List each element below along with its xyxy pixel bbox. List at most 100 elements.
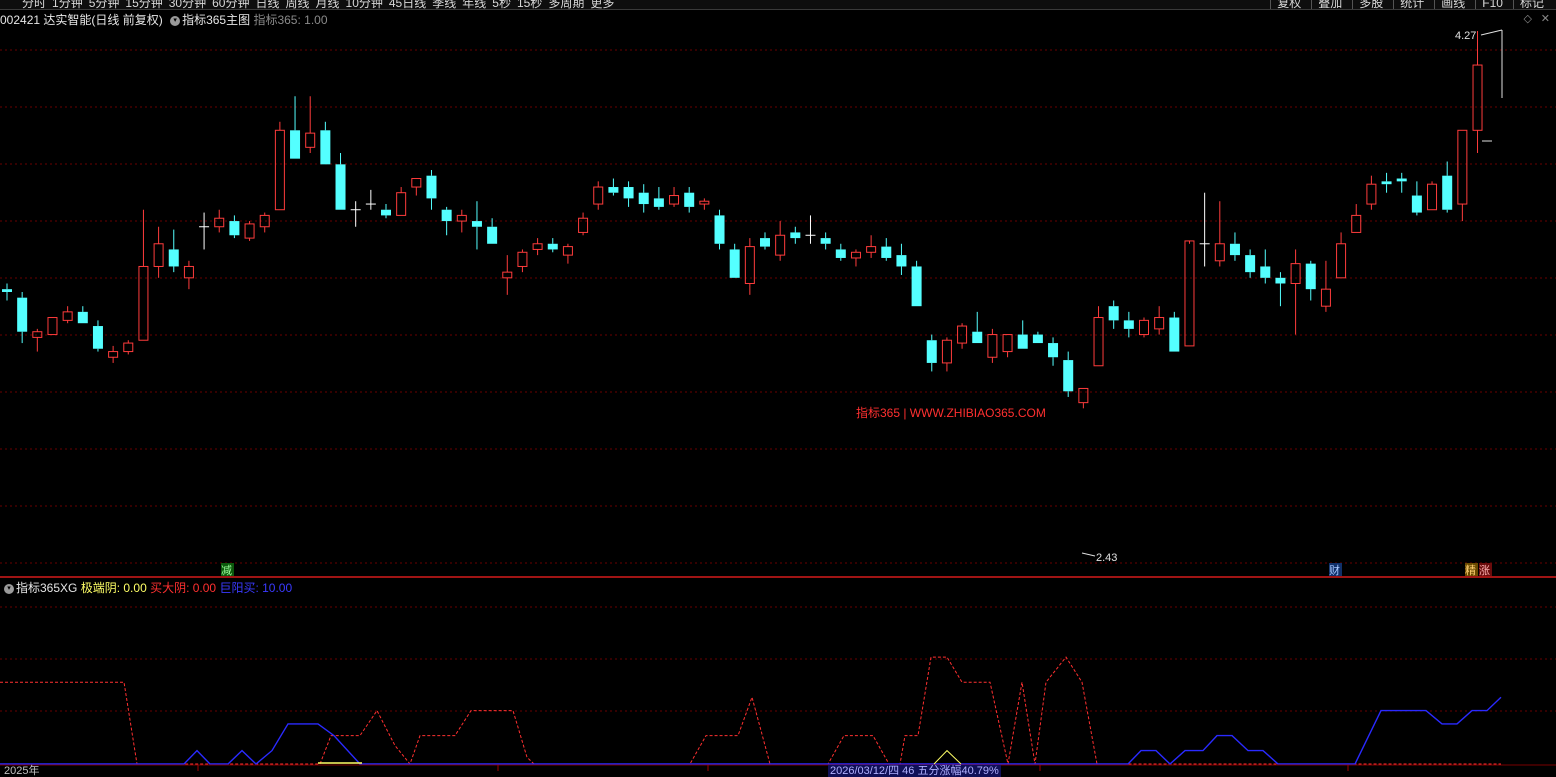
period-tab-6[interactable]: 日线: [255, 0, 279, 9]
expand-diamond-icon[interactable]: ◇: [1524, 12, 1532, 25]
period-tab-5[interactable]: 60分钟: [212, 0, 249, 9]
candle[interactable]: [775, 221, 786, 261]
candle[interactable]: [1245, 249, 1256, 278]
candle[interactable]: [608, 178, 619, 196]
event-badge-jian[interactable]: 减: [221, 564, 232, 577]
candle[interactable]: [1305, 260, 1316, 301]
period-tab-13[interactable]: 5秒: [492, 0, 511, 9]
candle[interactable]: [47, 317, 58, 336]
candle[interactable]: [365, 189, 376, 210]
candle[interactable]: [396, 187, 407, 216]
candle[interactable]: [532, 238, 543, 256]
toolbar-tool-1[interactable]: 叠加: [1311, 0, 1343, 9]
candle[interactable]: [669, 187, 680, 207]
period-tab-11[interactable]: 季线: [432, 0, 456, 9]
candle[interactable]: [972, 311, 983, 344]
candle[interactable]: [183, 260, 194, 290]
candle[interactable]: [62, 306, 73, 324]
candle[interactable]: [1275, 272, 1286, 307]
candle[interactable]: [744, 238, 755, 295]
candle[interactable]: [835, 243, 846, 261]
period-tabs[interactable]: 分时 1分钟 5分钟 15分钟 30分钟 60分钟 日线 周线 月线 10分钟 45日线 季线 年线 5秒…: [22, 0, 620, 9]
candle[interactable]: [850, 249, 861, 267]
candle[interactable]: [441, 206, 452, 236]
event-badge-jing[interactable]: 精: [1465, 564, 1476, 577]
event-badge-cai[interactable]: 财: [1329, 563, 1340, 577]
period-tab-16[interactable]: 更多: [590, 0, 614, 9]
candle[interactable]: [259, 212, 270, 233]
candle[interactable]: [471, 201, 482, 250]
candle[interactable]: [957, 323, 968, 349]
candle[interactable]: [381, 204, 391, 219]
candle[interactable]: [805, 215, 816, 244]
period-tab-14[interactable]: 15秒: [517, 0, 542, 9]
event-badge-zhang[interactable]: 涨: [1479, 564, 1490, 577]
candle[interactable]: [1336, 232, 1347, 279]
main-indicator-name[interactable]: 指标365主图: [182, 13, 250, 27]
candle[interactable]: [517, 249, 528, 273]
candle[interactable]: [1427, 181, 1438, 211]
candle[interactable]: [1032, 331, 1043, 344]
candle[interactable]: [881, 238, 892, 261]
period-tab-9[interactable]: 10分钟: [346, 0, 383, 9]
candle[interactable]: [123, 340, 134, 355]
candle[interactable]: [1002, 334, 1013, 358]
period-tab-8[interactable]: 月线: [316, 0, 340, 9]
candle[interactable]: [244, 221, 255, 241]
candlestick-series[interactable]: [2, 31, 1483, 409]
candle[interactable]: [1169, 311, 1180, 352]
candle[interactable]: [411, 178, 422, 196]
candle[interactable]: [1108, 300, 1119, 329]
candle[interactable]: [335, 152, 346, 210]
candle[interactable]: [108, 345, 119, 363]
period-tab-0[interactable]: 分时: [22, 0, 46, 9]
candle[interactable]: [1184, 240, 1195, 347]
candle[interactable]: [1381, 172, 1392, 193]
candle[interactable]: [790, 226, 801, 244]
candle[interactable]: [911, 260, 922, 307]
period-tab-4[interactable]: 30分钟: [169, 0, 206, 9]
candle[interactable]: [1229, 232, 1240, 261]
candle[interactable]: [638, 184, 649, 213]
candle[interactable]: [1048, 337, 1059, 366]
candle[interactable]: [1396, 172, 1407, 193]
candle[interactable]: [941, 337, 952, 372]
period-tab-12[interactable]: 年线: [462, 0, 486, 9]
candle[interactable]: [487, 218, 498, 244]
toolbar-tool-0[interactable]: 复权: [1270, 0, 1302, 9]
period-tab-10[interactable]: 45日线: [389, 0, 426, 9]
candle[interactable]: [168, 229, 179, 273]
candle[interactable]: [456, 209, 467, 233]
candle[interactable]: [760, 232, 770, 250]
candle[interactable]: [320, 121, 331, 165]
candle[interactable]: [350, 201, 361, 227]
period-tab-1[interactable]: 1分钟: [52, 0, 83, 9]
candle[interactable]: [2, 283, 12, 301]
candle[interactable]: [593, 181, 604, 210]
candle[interactable]: [562, 243, 573, 264]
candle[interactable]: [866, 235, 877, 258]
candle[interactable]: [502, 255, 513, 295]
candle[interactable]: [1457, 129, 1468, 222]
candle[interactable]: [1366, 175, 1377, 210]
sub-indicator-name[interactable]: 指标365XG: [16, 581, 77, 595]
candle[interactable]: [305, 96, 316, 153]
candle[interactable]: [1017, 320, 1028, 349]
candle[interactable]: [199, 212, 210, 250]
candle[interactable]: [547, 238, 558, 253]
candle[interactable]: [623, 181, 634, 207]
chart-mode[interactable]: (日线 前复权): [91, 13, 162, 27]
period-tab-7[interactable]: 周线: [285, 0, 309, 9]
candle[interactable]: [653, 187, 664, 210]
candle[interactable]: [684, 187, 695, 213]
candle[interactable]: [1472, 31, 1483, 153]
candle[interactable]: [1290, 249, 1301, 335]
toolbar-tool-3[interactable]: 统计: [1393, 0, 1425, 9]
candle[interactable]: [1078, 387, 1089, 409]
candle[interactable]: [699, 198, 710, 210]
toolbar-right-tools[interactable]: 复权 叠加 多股 统计 画线 F10 标记: [1260, 0, 1544, 9]
candle[interactable]: [1214, 201, 1225, 267]
candle[interactable]: [1093, 306, 1104, 367]
candle[interactable]: [820, 232, 831, 250]
toolbar-tool-2[interactable]: 多股: [1352, 0, 1384, 9]
